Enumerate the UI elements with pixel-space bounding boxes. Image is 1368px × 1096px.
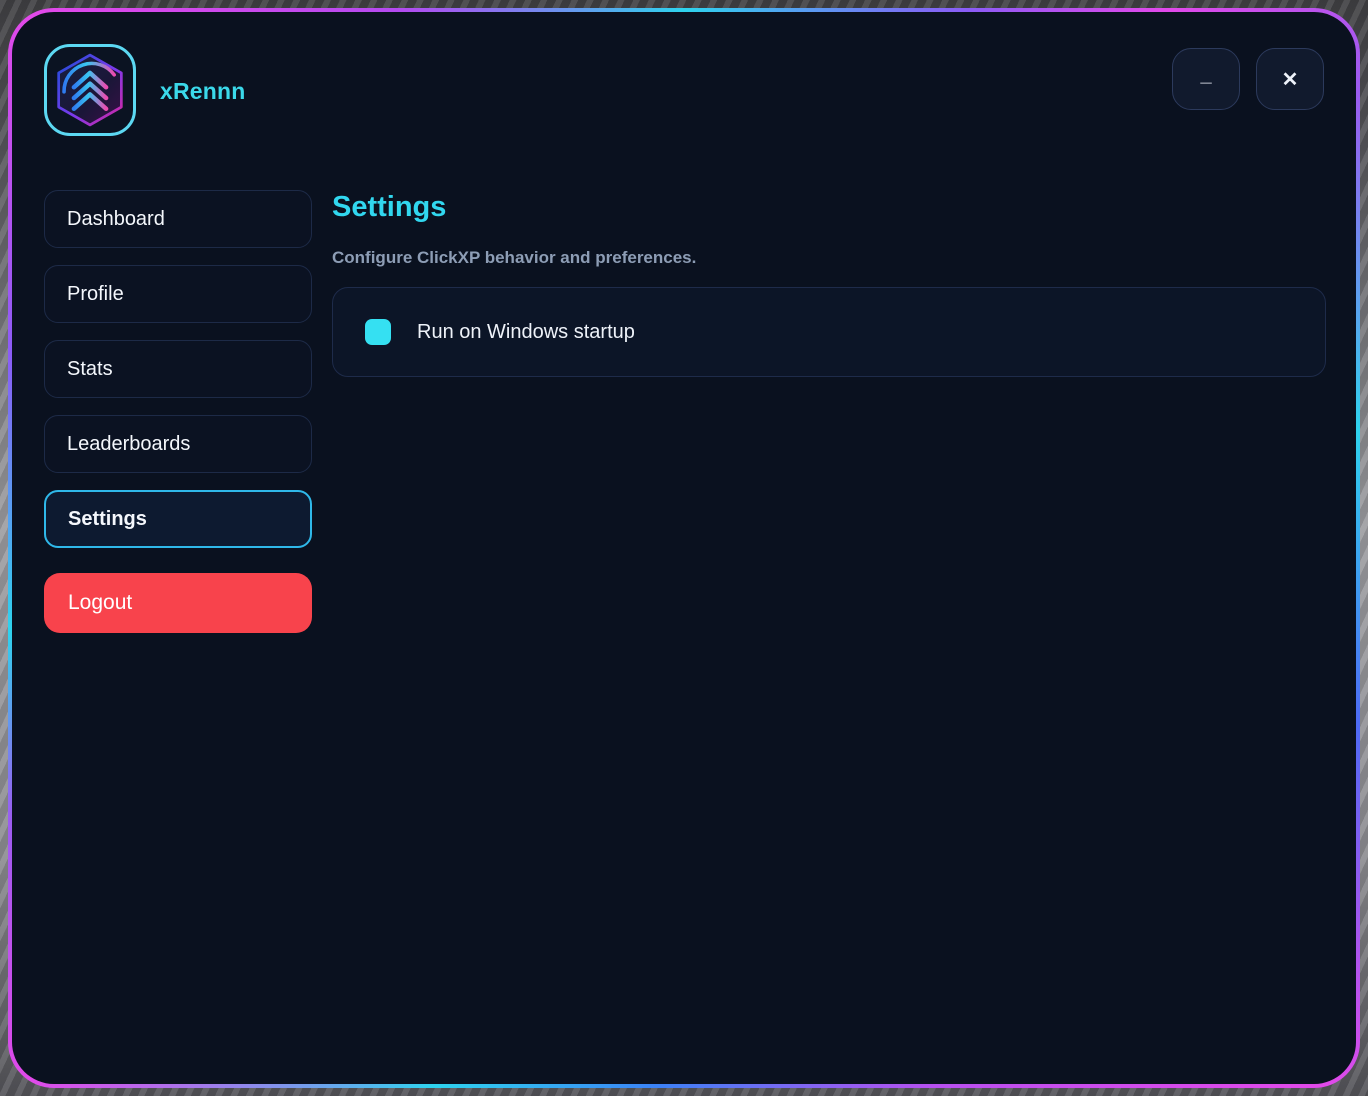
sidebar-item-profile[interactable]: Profile xyxy=(44,265,312,323)
sidebar-item-dashboard[interactable]: Dashboard xyxy=(44,190,312,248)
startup-setting-row[interactable]: Run on Windows startup xyxy=(332,287,1326,378)
sidebar-item-stats[interactable]: Stats xyxy=(44,340,312,398)
sidebar: Dashboard Profile Stats Leaderboards Set… xyxy=(44,190,312,633)
close-icon: ✕ xyxy=(1281,68,1299,91)
window-body: Dashboard Profile Stats Leaderboards Set… xyxy=(12,190,1356,633)
settings-panel: Settings Configure ClickXP behavior and … xyxy=(332,190,1326,633)
title-bar: xRennn _ ✕ xyxy=(12,12,1356,136)
app-logo xyxy=(44,44,136,136)
run-on-startup-checkbox[interactable] xyxy=(365,319,391,346)
page-subtitle: Configure ClickXP behavior and preferenc… xyxy=(332,248,697,268)
app-name: xRennn xyxy=(160,78,246,104)
run-on-startup-label: Run on Windows startup xyxy=(417,320,635,343)
app-window: xRennn _ ✕ Dashboard Profile Stats Leade… xyxy=(12,12,1356,1084)
page-title: Settings xyxy=(332,191,447,223)
minimize-icon: _ xyxy=(1200,63,1212,86)
sidebar-item-leaderboards[interactable]: Leaderboards xyxy=(44,415,312,473)
minimize-button[interactable]: _ xyxy=(1172,48,1240,110)
window-controls: _ ✕ xyxy=(1172,48,1324,110)
sidebar-item-settings[interactable]: Settings xyxy=(44,490,312,548)
app-logo-icon xyxy=(57,53,123,127)
logout-button[interactable]: Logout xyxy=(44,573,312,633)
window-gradient-frame: xRennn _ ✕ Dashboard Profile Stats Leade… xyxy=(8,8,1360,1088)
close-button[interactable]: ✕ xyxy=(1256,48,1324,110)
